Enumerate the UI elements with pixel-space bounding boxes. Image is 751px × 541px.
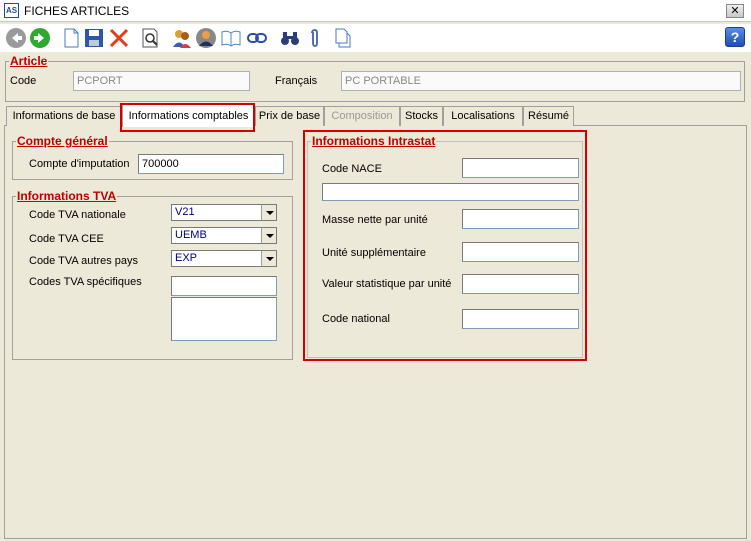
tva-autres-value: EXP	[175, 252, 198, 264]
unite-label: Unité supplémentaire	[322, 247, 426, 259]
tva-specifiques-label: Codes TVA spécifiques	[29, 276, 142, 288]
window-title: FICHES ARTICLES	[24, 4, 130, 18]
tab-informations-de-base[interactable]: Informations de base	[6, 106, 122, 126]
chevron-down-icon[interactable]	[261, 251, 276, 266]
unite-field[interactable]	[462, 242, 579, 262]
code-label: Code	[10, 75, 37, 87]
compte-general-legend: Compte général	[17, 134, 108, 148]
language-label: Français	[275, 75, 318, 87]
new-document-icon[interactable]	[60, 27, 82, 49]
chevron-down-icon[interactable]	[261, 205, 276, 220]
tab-localisations[interactable]: Localisations	[443, 106, 523, 126]
code-national-field[interactable]	[462, 309, 579, 329]
tab-composition[interactable]: Composition	[324, 106, 400, 126]
binoculars-icon[interactable]	[279, 27, 301, 49]
tva-specifiques-input[interactable]	[171, 276, 277, 296]
masse-label: Masse nette par unité	[322, 214, 428, 226]
paperclip-icon[interactable]	[304, 27, 326, 49]
tab-resume[interactable]: Résumé	[523, 106, 574, 126]
nace-label: Code NACE	[322, 163, 382, 175]
contact-icon[interactable]	[195, 27, 217, 49]
valeur-field[interactable]	[462, 274, 579, 294]
tab-prix-de-base[interactable]: Prix de base	[255, 106, 324, 126]
tva-cee-select[interactable]: UEMB	[171, 227, 277, 244]
tva-legend: Informations TVA	[17, 189, 117, 203]
save-icon[interactable]	[83, 27, 105, 49]
imputation-label: Compte d'imputation	[29, 158, 130, 170]
copy-icon[interactable]	[332, 27, 354, 49]
tva-cee-value: UEMB	[175, 229, 207, 241]
close-button[interactable]: ✕	[726, 4, 744, 18]
preview-icon[interactable]	[140, 27, 162, 49]
nace-description-field[interactable]	[322, 183, 579, 201]
description-field[interactable]: PC PORTABLE	[341, 71, 741, 91]
code-national-label: Code national	[322, 313, 390, 325]
tva-nationale-label: Code TVA nationale	[29, 209, 126, 221]
help-button[interactable]: ?	[725, 27, 745, 47]
tva-nationale-select[interactable]: V21	[171, 204, 277, 221]
delete-icon[interactable]	[108, 27, 130, 49]
tva-autres-label: Code TVA autres pays	[29, 255, 139, 267]
tva-autres-select[interactable]: EXP	[171, 250, 277, 267]
forward-icon[interactable]	[29, 27, 51, 49]
toolbar: ?	[0, 24, 751, 52]
tva-cee-label: Code TVA CEE	[29, 233, 104, 245]
tab-stocks[interactable]: Stocks	[400, 106, 443, 126]
code-field[interactable]: PCPORT	[73, 71, 250, 91]
valeur-label: Valeur statistique par unité	[322, 278, 452, 290]
tva-specifiques-list[interactable]	[171, 297, 277, 341]
tva-nationale-value: V21	[175, 206, 195, 218]
title-bar: AS FICHES ARTICLES ✕	[0, 0, 751, 22]
book-icon[interactable]	[220, 27, 242, 49]
intrastat-legend: Informations Intrastat	[312, 134, 436, 148]
app-logo-icon: AS	[4, 3, 19, 18]
imputation-field[interactable]: 700000	[138, 154, 284, 174]
users-icon[interactable]	[171, 27, 193, 49]
chevron-down-icon[interactable]	[261, 228, 276, 243]
nace-field[interactable]	[462, 158, 579, 178]
article-legend: Article	[10, 54, 48, 68]
link-icon[interactable]	[246, 27, 268, 49]
tab-informations-comptables[interactable]: Informations comptables	[122, 104, 255, 127]
back-icon[interactable]	[5, 27, 27, 49]
masse-field[interactable]	[462, 209, 579, 229]
